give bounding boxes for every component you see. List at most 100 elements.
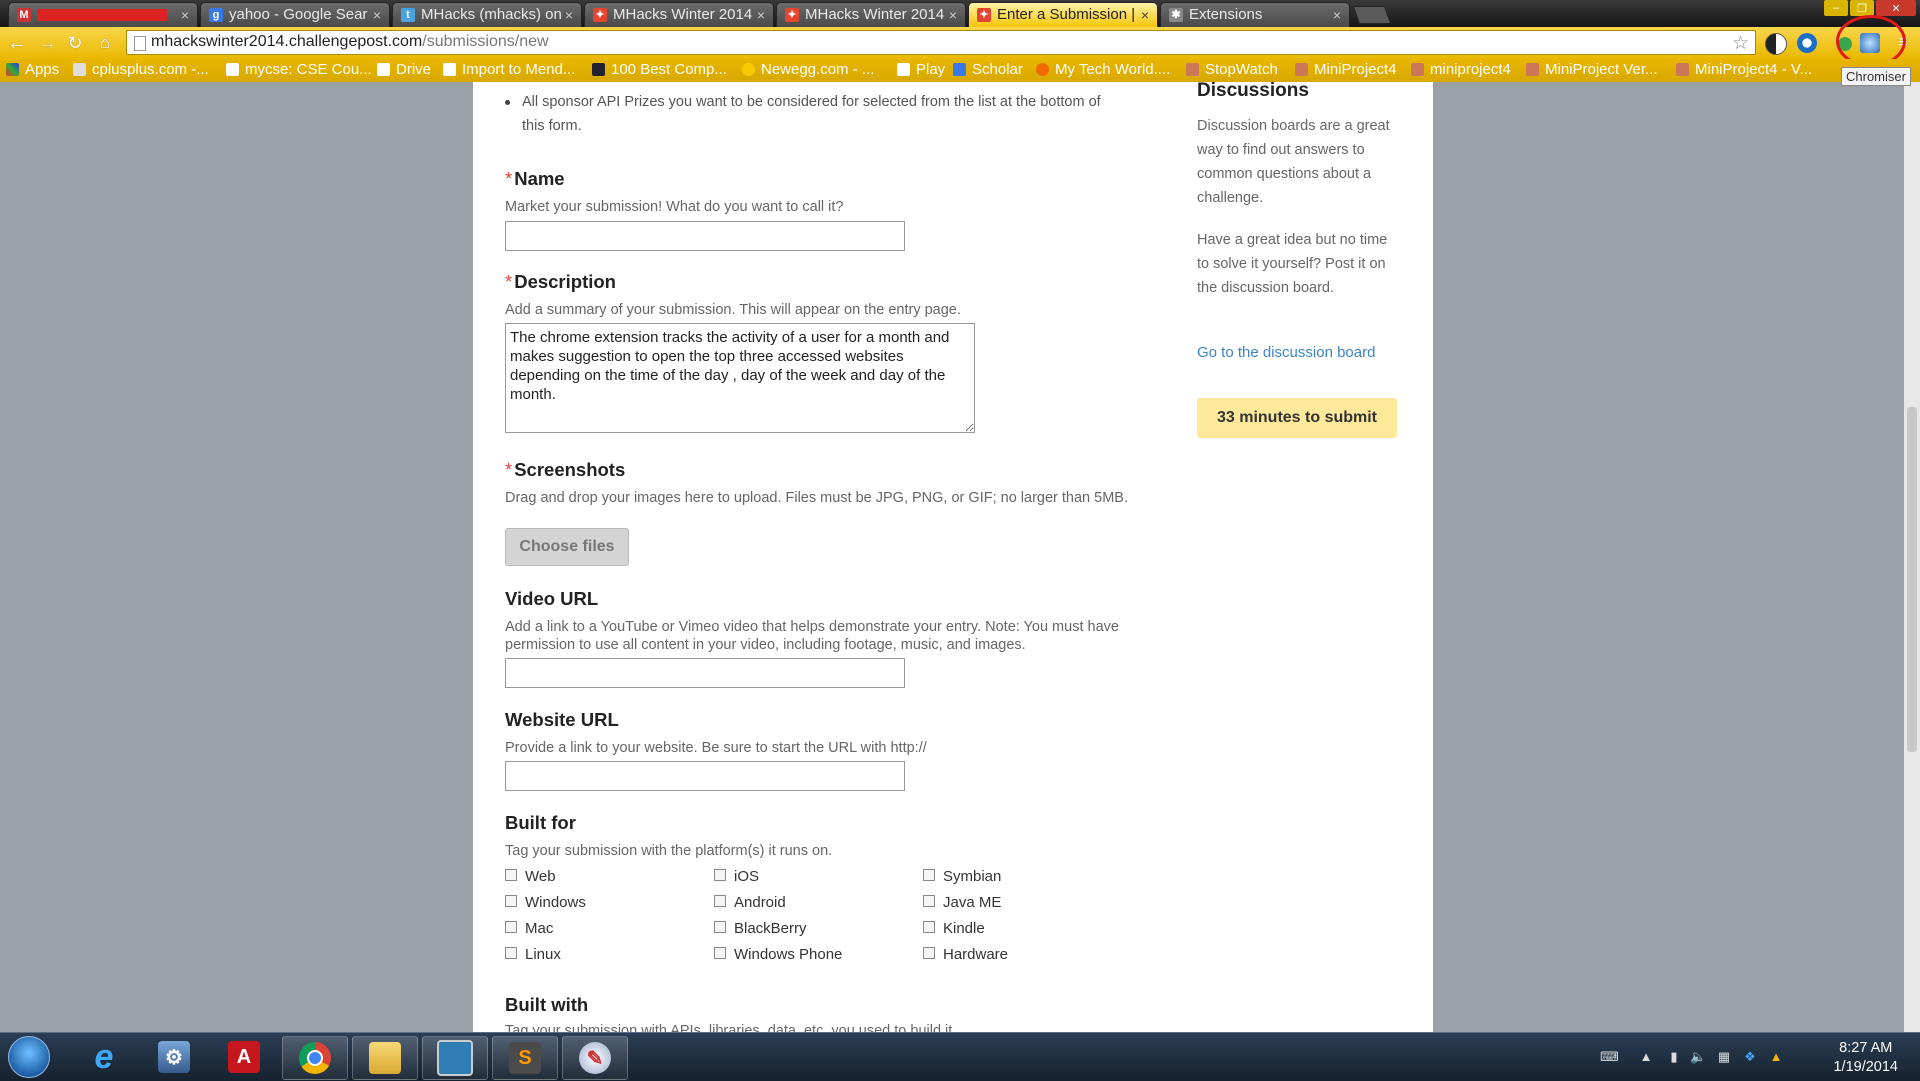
close-tab-icon[interactable]: × (1333, 3, 1341, 27)
platform-checkbox-java-me[interactable]: Java ME (923, 894, 1001, 911)
checkbox-icon[interactable] (923, 921, 935, 933)
close-window-icon[interactable]: ✕ (1876, 0, 1916, 16)
choose-files-button[interactable]: Choose files (505, 528, 629, 566)
platform-checkbox-linux[interactable]: Linux (505, 946, 561, 963)
taskbar-paint[interactable]: ✎ (562, 1036, 628, 1080)
home-icon[interactable]: ⌂ (94, 33, 116, 53)
bookmark-item[interactable]: MiniProject Ver... (1526, 61, 1658, 78)
back-arrow-icon[interactable]: ← (6, 33, 28, 53)
checkbox-icon[interactable] (714, 921, 726, 933)
bookmark-item[interactable]: cplusplus.com -... (73, 61, 209, 78)
twitter-icon: t (401, 8, 415, 22)
clock-date: 1/19/2014 (1833, 1059, 1898, 1075)
bookmark-apps[interactable]: Apps (6, 61, 59, 78)
platform-checkbox-web[interactable]: Web (505, 868, 556, 885)
bookmark-item[interactable]: 100 Best Comp... (592, 61, 727, 78)
reload-icon[interactable]: ↻ (64, 33, 86, 53)
network-status-icon[interactable]: ▦ (1716, 1049, 1732, 1065)
checkbox-icon[interactable] (505, 895, 517, 907)
close-tab-icon[interactable]: × (1141, 3, 1149, 27)
bookmark-star-icon[interactable]: ☆ (1732, 32, 1749, 55)
tab-extensions[interactable]: ✱ Extensions × (1160, 2, 1350, 27)
contrast-extension-icon[interactable] (1765, 33, 1787, 55)
close-tab-icon[interactable]: × (757, 3, 765, 27)
checkbox-icon[interactable] (505, 947, 517, 959)
name-input[interactable] (505, 221, 905, 251)
bookmark-item[interactable]: Import to Mend... (443, 61, 575, 78)
close-tab-icon[interactable]: × (949, 3, 957, 27)
taskbar-adobe-reader[interactable]: A (212, 1036, 276, 1078)
puzzle-icon: ✱ (1169, 8, 1183, 22)
keyboard-icon[interactable]: ⌨ (1600, 1049, 1619, 1065)
page-scrollbar[interactable] (1904, 82, 1920, 1032)
checkbox-icon[interactable] (505, 921, 517, 933)
taskbar-network-app[interactable]: ⚙ (142, 1036, 206, 1078)
screenshots-help: Drag and drop your images here to upload… (505, 490, 1128, 506)
checkbox-icon[interactable] (714, 895, 726, 907)
tab-twitter[interactable]: t MHacks (mhacks) on × (392, 2, 582, 27)
bookmark-item[interactable]: Scholar (953, 61, 1023, 78)
taskbar-chrome[interactable] (282, 1036, 348, 1080)
checkbox-icon[interactable] (923, 869, 935, 881)
bookmark-item[interactable]: miniproject4 (1411, 61, 1511, 78)
network-icon: ⚙ (158, 1041, 190, 1073)
tab-google-search[interactable]: g yahoo - Google Sear × (200, 2, 390, 27)
bookmark-item[interactable]: StopWatch (1186, 61, 1278, 78)
google-drive-icon[interactable]: ▲ (1768, 1049, 1784, 1065)
built-for-help: Tag your submission with the platform(s)… (505, 843, 833, 859)
platform-checkbox-blackberry[interactable]: BlackBerry (714, 920, 807, 937)
internet-explorer-icon: e (94, 1037, 114, 1076)
bookmark-item[interactable]: Play (897, 61, 945, 78)
bookmark-item[interactable]: My Tech World.... (1036, 61, 1170, 78)
restore-icon[interactable]: ❐ (1850, 0, 1874, 16)
url-text[interactable]: mhackswinter2014.challengepost.com/submi… (151, 33, 549, 51)
checkbox-icon[interactable] (923, 947, 935, 959)
forward-arrow-icon[interactable]: → (36, 33, 58, 53)
close-tab-icon[interactable]: × (565, 3, 573, 27)
checkbox-icon[interactable] (923, 895, 935, 907)
tab-gmail[interactable]: M × (8, 2, 198, 27)
discussion-board-link[interactable]: Go to the discussion board (1197, 344, 1375, 361)
close-tab-icon[interactable]: × (373, 3, 381, 27)
dropbox-icon[interactable]: ❖ (1742, 1049, 1758, 1065)
tab-enter-submission[interactable]: ✦ Enter a Submission | × (968, 2, 1158, 28)
bookmark-item[interactable]: MiniProject4 (1295, 61, 1397, 78)
platform-checkbox-hardware[interactable]: Hardware (923, 946, 1008, 963)
battery-icon[interactable]: ▮ (1666, 1049, 1682, 1065)
minimize-icon[interactable]: – (1824, 0, 1848, 16)
platform-checkbox-ios[interactable]: iOS (714, 868, 759, 885)
website-url-input[interactable] (505, 761, 905, 791)
video-url-input[interactable] (505, 658, 905, 688)
tab-mhacks-2[interactable]: ✦ MHacks Winter 2014 × (776, 2, 966, 27)
bookmark-item[interactable]: Newegg.com - ... (742, 61, 874, 78)
challengepost-icon: ✦ (593, 8, 607, 22)
taskbar-file-explorer[interactable] (352, 1036, 418, 1080)
new-tab-button[interactable] (1352, 6, 1392, 24)
volume-icon[interactable]: 🔈 (1690, 1049, 1706, 1065)
extension-icon[interactable] (1797, 33, 1817, 53)
checkbox-icon[interactable] (714, 869, 726, 881)
checkbox-icon[interactable] (505, 869, 517, 881)
name-help: Market your submission! What do you want… (505, 199, 844, 215)
bookmark-item[interactable]: MiniProject4 - V... (1676, 61, 1812, 78)
close-tab-icon[interactable]: × (181, 3, 189, 27)
start-button[interactable] (8, 1036, 50, 1078)
tab-mhacks-1[interactable]: ✦ MHacks Winter 2014 × (584, 2, 774, 27)
platform-checkbox-mac[interactable]: Mac (505, 920, 553, 937)
bookmark-item[interactable]: Drive (377, 61, 431, 78)
taskbar-monitor-app[interactable] (422, 1036, 488, 1080)
platform-checkbox-windows-phone[interactable]: Windows Phone (714, 946, 842, 963)
bookmark-item[interactable]: mycse: CSE Cou... (226, 61, 372, 78)
platform-checkbox-windows[interactable]: Windows (505, 894, 586, 911)
checkbox-icon[interactable] (714, 947, 726, 959)
show-hidden-icons-icon[interactable]: ▲ (1638, 1049, 1654, 1065)
scrollbar-thumb[interactable] (1907, 407, 1917, 752)
taskbar-sublime-text[interactable]: S (492, 1036, 558, 1080)
address-bar[interactable]: mhackswinter2014.challengepost.com/submi… (126, 30, 1756, 55)
clock[interactable]: 8:27 AM 1/19/2014 (1833, 1039, 1898, 1077)
taskbar-internet-explorer[interactable]: e (72, 1036, 136, 1078)
platform-checkbox-kindle[interactable]: Kindle (923, 920, 985, 937)
description-textarea[interactable]: The chrome extension tracks the activity… (505, 323, 975, 433)
platform-checkbox-symbian[interactable]: Symbian (923, 868, 1001, 885)
platform-checkbox-android[interactable]: Android (714, 894, 786, 911)
